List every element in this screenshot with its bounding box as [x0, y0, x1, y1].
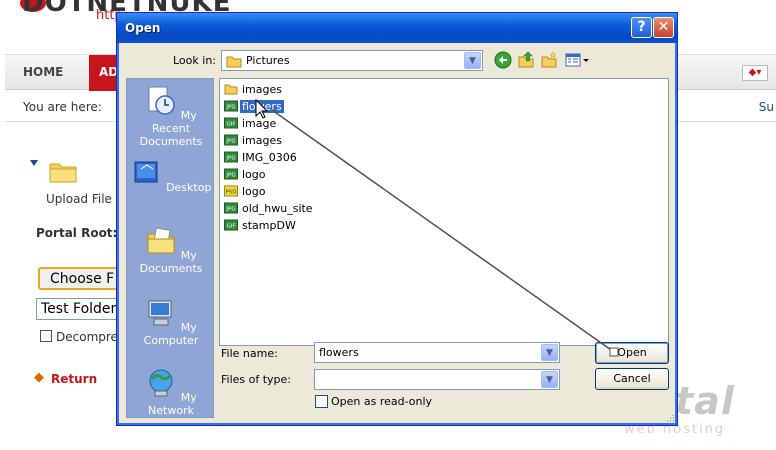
file-name: logo	[242, 184, 266, 198]
my-documents-icon	[147, 227, 175, 254]
file-name: image	[242, 116, 277, 130]
file-item-image[interactable]: GIF image	[224, 116, 278, 132]
desktop-icon	[134, 161, 158, 183]
my-network-icon	[149, 369, 173, 397]
psd-file-icon: PSD	[224, 185, 238, 197]
decompress-checkbox[interactable]	[40, 330, 52, 342]
file-list[interactable]: images JPG flowers GIF image JPG images …	[219, 78, 669, 346]
file-name: logo	[242, 167, 266, 181]
folder-icon	[49, 163, 77, 183]
svg-text:JPG: JPG	[225, 173, 235, 179]
recent-documents-icon	[148, 86, 175, 115]
file-name: flowers	[240, 99, 284, 113]
file-item-images[interactable]: JPG images	[224, 133, 284, 149]
file-item-old-hwu-site[interactable]: JPG old_hwu_site	[224, 201, 315, 217]
resize-grip-icon[interactable]	[664, 412, 674, 422]
svg-text:JPG: JPG	[225, 156, 235, 162]
decompress-label: Decompre	[56, 330, 118, 344]
file-item-logo-jpg[interactable]: JPG logo	[224, 167, 268, 183]
help-button[interactable]: ?	[631, 17, 652, 38]
look-in-dropdown[interactable]: Pictures ▼	[221, 50, 483, 71]
dialog-title-bar[interactable]: Open ? ✕	[117, 13, 677, 43]
jpg-file-icon: JPG	[224, 168, 238, 180]
file-item-images-folder[interactable]: images	[224, 82, 284, 98]
file-name: old_hwu_site	[242, 201, 313, 215]
jpg-file-icon: JPG	[224, 151, 238, 163]
place-my-recent-documents[interactable]: My Recent Documents	[127, 85, 215, 148]
portal-root-label: Portal Root:	[36, 226, 118, 240]
file-name-value: flowers	[319, 346, 359, 359]
read-only-label: Open as read-only	[331, 395, 433, 408]
chevron-down-icon[interactable]: ▼	[541, 344, 558, 361]
place-desktop[interactable]: Desktop	[127, 157, 215, 194]
open-button[interactable]: Open	[595, 342, 669, 364]
dialog-title: Open	[125, 21, 161, 35]
svg-text:PSD: PSD	[225, 190, 236, 196]
jpg-file-icon: JPG	[224, 100, 238, 112]
views-menu-icon[interactable]	[565, 51, 591, 69]
collapse-arrow-icon[interactable]	[30, 160, 38, 166]
jpg-file-icon: JPG	[224, 134, 238, 146]
place-label: Desktop	[166, 181, 212, 194]
my-computer-icon	[148, 300, 172, 326]
look-in-label: Look in:	[173, 54, 216, 67]
folder-icon	[226, 56, 242, 68]
files-of-type-label: Files of type:	[221, 373, 292, 386]
file-name: images	[242, 82, 282, 96]
place-my-documents[interactable]: My Documents	[127, 225, 215, 275]
close-button[interactable]: ✕	[653, 17, 674, 38]
gif-file-icon: GIF	[224, 117, 238, 129]
folder-select[interactable]: Test Folder	[36, 298, 126, 320]
file-item-flowers[interactable]: JPG flowers	[224, 99, 284, 115]
chevron-down-icon[interactable]: ▼	[464, 52, 481, 69]
cancel-button[interactable]: Cancel	[595, 368, 669, 390]
file-name: images	[242, 133, 282, 147]
places-bar: My Recent Documents Desktop My Documents	[126, 78, 214, 418]
svg-text:GIF: GIF	[226, 122, 235, 128]
file-name-field[interactable]: flowers ▼	[314, 342, 560, 363]
folder-icon	[224, 84, 238, 95]
breadcrumb-right-link[interactable]: Su	[759, 100, 774, 114]
breadcrumb-label: You are here:	[23, 100, 102, 114]
svg-text:JPG: JPG	[225, 105, 235, 111]
file-name: stampDW	[242, 218, 296, 232]
nav-home[interactable]: HOME	[23, 65, 63, 79]
svg-text:JPG: JPG	[225, 207, 235, 213]
read-only-checkbox[interactable]	[315, 395, 328, 408]
back-icon[interactable]	[494, 51, 512, 69]
file-name-label: File name:	[221, 347, 278, 360]
file-item-img-0306[interactable]: JPG IMG_0306	[224, 150, 299, 166]
up-folder-icon[interactable]	[517, 51, 535, 69]
upload-file-link[interactable]: Upload File	[46, 192, 112, 206]
new-folder-icon[interactable]	[540, 51, 558, 69]
file-item-stampdw[interactable]: GIF stampDW	[224, 218, 298, 234]
look-in-value: Pictures	[246, 54, 290, 67]
return-link[interactable]: Return	[51, 372, 97, 386]
file-item-logo-psd[interactable]: PSD logo	[224, 184, 268, 200]
svg-text:GIF: GIF	[226, 224, 235, 230]
open-dialog: Open ? ✕ Look in: Pictures ▼ My Recent D…	[116, 12, 678, 426]
place-my-network[interactable]: My Network	[127, 367, 215, 417]
file-name: IMG_0306	[242, 150, 297, 164]
files-of-type-dropdown[interactable]: ▼	[314, 369, 560, 390]
choose-file-button[interactable]: Choose F	[38, 267, 128, 290]
chevron-down-icon[interactable]: ▼	[541, 371, 558, 388]
language-flag-icon[interactable]: ◆▾	[742, 65, 768, 81]
jpg-file-icon: JPG	[224, 202, 238, 214]
svg-text:JPG: JPG	[225, 139, 235, 145]
return-arrow-icon[interactable]: ◆	[34, 370, 44, 385]
gif-file-icon: GIF	[224, 219, 238, 231]
place-my-computer[interactable]: My Computer	[127, 297, 215, 347]
